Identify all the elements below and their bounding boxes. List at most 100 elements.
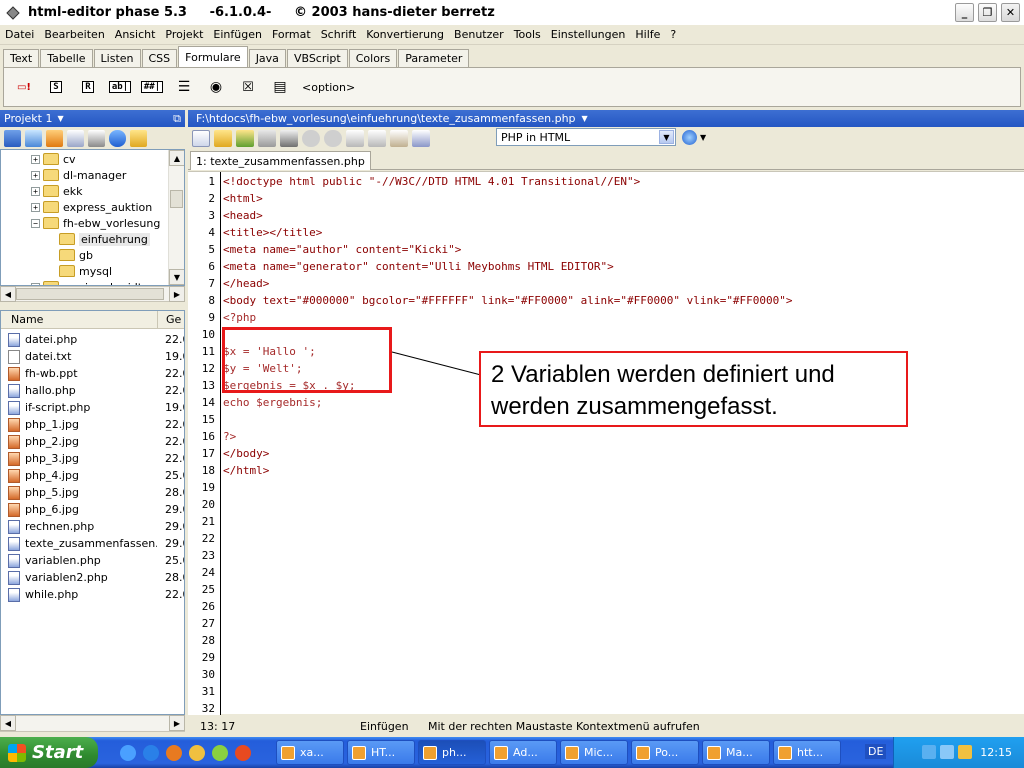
tab-listen[interactable]: Listen — [93, 49, 141, 67]
tab-vbscript[interactable]: VBScript — [286, 49, 348, 67]
file-row[interactable]: fh-wb.ppt 22.0 — [1, 365, 184, 382]
editor-quick-icon[interactable] — [189, 745, 205, 761]
language-select[interactable]: PHP in HTML ▼ — [496, 128, 676, 146]
column-name[interactable]: Name — [1, 311, 158, 329]
menu-item[interactable]: Projekt — [160, 28, 208, 41]
print-icon[interactable] — [280, 129, 298, 147]
volume-icon[interactable] — [940, 745, 954, 759]
restore-button[interactable]: ❐ — [977, 2, 998, 23]
security-icon[interactable] — [958, 745, 972, 759]
scroll-down-icon[interactable]: ▼ — [169, 269, 184, 285]
help-icon[interactable] — [109, 129, 126, 147]
taskbar-task[interactable]: Po... — [631, 740, 699, 765]
undo-icon[interactable] — [302, 129, 320, 147]
file-row[interactable]: variablen.php 25.0 — [1, 552, 184, 569]
scroll-left-icon[interactable]: ◀ — [0, 286, 16, 302]
file-row[interactable]: php_5.jpg 28.0 — [1, 484, 184, 501]
start-button[interactable]: Start — [0, 737, 98, 768]
save-icon[interactable] — [258, 129, 276, 147]
tab-parameter[interactable]: Parameter — [398, 49, 470, 67]
tool-icon[interactable] — [235, 745, 251, 761]
cut-icon[interactable] — [346, 129, 364, 147]
menu-item[interactable]: Format — [267, 28, 316, 41]
file-path-bar[interactable]: F:\htdocs\fh-ebw_vorlesung\einfuehrung\t… — [188, 110, 1024, 127]
tab-css[interactable]: CSS — [141, 49, 178, 67]
tree-item[interactable]: mysql — [47, 263, 112, 279]
browser-preview-button[interactable]: ▼ — [682, 129, 710, 146]
project-tree[interactable]: + cv + dl-manager + ekk + express_auktion − fh-eb… — [0, 149, 185, 286]
menu-item[interactable]: Hilfe — [630, 28, 665, 41]
copy-icon[interactable] — [368, 129, 386, 147]
form-tool-submit[interactable]: S — [44, 76, 68, 98]
open-icon[interactable] — [214, 129, 232, 147]
taskbar-task[interactable]: htt... — [773, 740, 841, 765]
code-editor[interactable]: 1 2 3 4 5 6 7 8 9 10 11 12 13 14 15 16 17 18 19 20 21 22 23 24 2… — [188, 171, 1024, 715]
scroll-thumb[interactable] — [16, 288, 164, 300]
minimize-button[interactable]: _ — [954, 2, 975, 23]
network-icon[interactable] — [922, 745, 936, 759]
scroll-up-icon[interactable]: ▲ — [169, 150, 184, 166]
file-row[interactable]: php_1.jpg 22.0 — [1, 416, 184, 433]
menu-item[interactable]: Schrift — [316, 28, 362, 41]
file-row[interactable]: hallo.php 22.0 — [1, 382, 184, 399]
expander-icon[interactable]: − — [31, 218, 40, 228]
form-tool-checkbox[interactable]: ☒ — [236, 76, 260, 98]
expander-icon[interactable]: + — [31, 186, 40, 196]
tree-item[interactable]: +mario schmidt — [31, 279, 142, 285]
tree-item[interactable]: einfuehrung — [47, 231, 150, 247]
tab-tabelle[interactable]: Tabelle — [40, 49, 93, 67]
menu-item[interactable]: Einfügen — [208, 28, 267, 41]
pin-icon[interactable]: ⧉ — [173, 112, 181, 126]
paste-icon[interactable] — [390, 129, 408, 147]
taskbar-task[interactable]: Ad... — [489, 740, 557, 765]
taskbar-task[interactable]: HT... — [347, 740, 415, 765]
file-row[interactable]: php_2.jpg 22.0 — [1, 433, 184, 450]
file-list[interactable]: Name Ge datei.php 22.0 datei.txt 19.0 fh-wb.… — [0, 310, 185, 715]
menu-item[interactable]: Benutzer — [449, 28, 509, 41]
open-folder-icon[interactable] — [130, 129, 147, 147]
file-row[interactable]: variablen2.php 28.0 — [1, 569, 184, 586]
firefox-icon[interactable] — [166, 745, 182, 761]
taskbar-task[interactable]: xa... — [276, 740, 344, 765]
form-tool-textarea[interactable]: ☰ — [172, 76, 196, 98]
form-tool-password[interactable]: ##| — [140, 76, 164, 98]
new-file-icon[interactable] — [192, 129, 210, 147]
tab-text[interactable]: Text — [3, 49, 40, 67]
tree-item[interactable]: + dl-manager — [31, 167, 126, 183]
file-row[interactable]: datei.php 22.0 — [1, 331, 184, 348]
menu-item[interactable]: Einstellungen — [546, 28, 631, 41]
file-tab[interactable]: 1: texte_zusammenfassen.php — [190, 151, 371, 170]
project-header[interactable]: Projekt 1 ▼ ⧉ — [0, 110, 185, 127]
menu-item[interactable]: Bearbeiten — [39, 28, 109, 41]
tree-item[interactable]: + cv — [31, 151, 76, 167]
close-button[interactable]: ✕ — [1000, 2, 1021, 23]
form-tool-reset[interactable]: R — [76, 76, 100, 98]
tab-colors[interactable]: Colors — [348, 49, 398, 67]
list-icon[interactable] — [67, 129, 84, 147]
expander-icon[interactable]: + — [31, 202, 40, 212]
menu-item[interactable]: Datei — [0, 28, 39, 41]
menu-item[interactable]: ? — [665, 28, 681, 41]
form-tool-textfield[interactable]: ab| — [108, 76, 132, 98]
tree-item[interactable]: gb — [47, 247, 93, 263]
puzzle-icon[interactable] — [46, 129, 63, 147]
file-row[interactable]: php_3.jpg 22.0 — [1, 450, 184, 467]
menu-item[interactable]: Ansicht — [110, 28, 161, 41]
tree-item[interactable]: + express_auktion — [31, 199, 152, 215]
app-icon[interactable] — [4, 4, 22, 22]
redo-icon[interactable] — [324, 129, 342, 147]
chevron-down-icon[interactable]: ▼ — [659, 130, 674, 144]
form-tool-select[interactable]: ▤ — [268, 76, 292, 98]
tab-java[interactable]: Java — [248, 49, 286, 67]
scroll-thumb[interactable] — [170, 190, 183, 208]
validate-icon[interactable] — [412, 129, 430, 147]
tab-formulare[interactable]: Formulare — [178, 46, 248, 67]
reload-icon[interactable] — [236, 129, 254, 147]
menu-item[interactable]: Konvertierung — [361, 28, 449, 41]
scroll-right-icon[interactable]: ▶ — [169, 286, 185, 302]
file-row[interactable]: php_6.jpg 29.0 — [1, 501, 184, 518]
tree-view-icon[interactable] — [4, 129, 21, 147]
column-date[interactable]: Ge — [158, 311, 184, 329]
file-row[interactable]: php_4.jpg 25.0 — [1, 467, 184, 484]
taskbar-task[interactable]: Mic... — [560, 740, 628, 765]
